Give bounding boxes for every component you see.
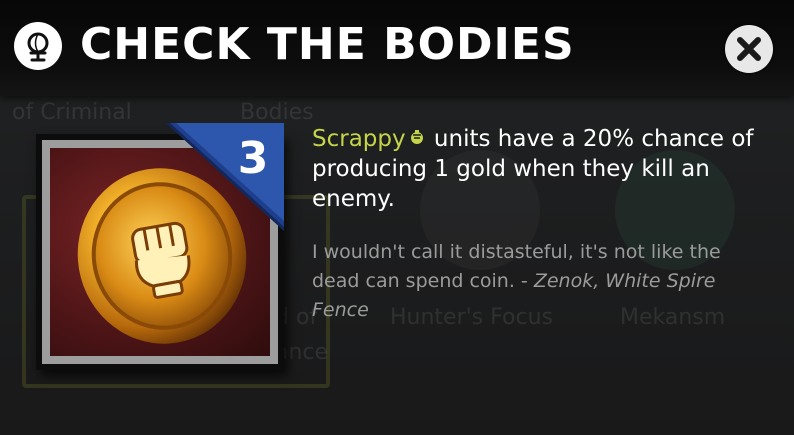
scrappy-icon xyxy=(410,130,423,144)
close-button[interactable] xyxy=(725,25,773,73)
close-icon xyxy=(737,37,761,61)
popup-title: CHECK THE BODIES xyxy=(80,19,575,70)
background-label: Bodies xyxy=(240,100,314,125)
background-label: of Criminal xyxy=(12,100,132,125)
upgrade-description: Scrappy units have a 20% chance of produ… xyxy=(312,124,772,214)
popup-root: of Criminal Bodies d of ance Hunter's Fo… xyxy=(0,0,794,435)
tier-number: 3 xyxy=(237,133,269,184)
globe-icon xyxy=(14,22,62,70)
popup-header: CHECK THE BODIES xyxy=(0,0,794,96)
flavor-text: I wouldn't call it distasteful, it's not… xyxy=(312,238,772,325)
scrappy-keyword: Scrappy xyxy=(312,126,406,152)
